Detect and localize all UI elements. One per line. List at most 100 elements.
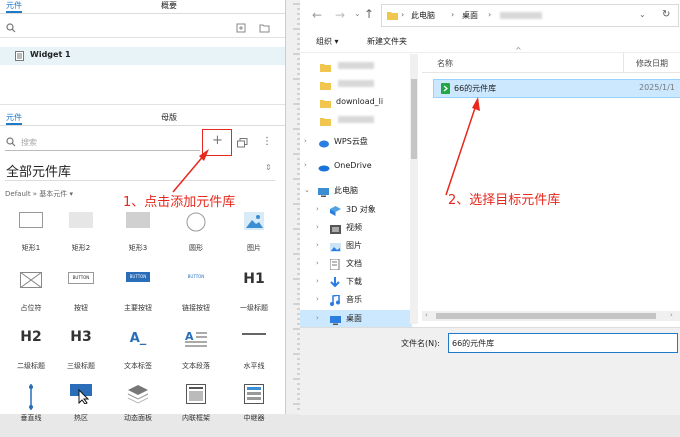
widget-vline[interactable]: 垂直线 xyxy=(3,379,59,437)
add-folder-icon[interactable] xyxy=(259,23,270,33)
widget-label: 一级标题 xyxy=(240,304,268,312)
dialog-footer: 文件名(N): 66的元件库 xyxy=(300,327,680,415)
refresh-icon[interactable]: ↻ xyxy=(662,9,670,20)
widget-hline[interactable]: 水平线 xyxy=(226,325,282,383)
quick-access-folder[interactable] xyxy=(300,111,412,128)
search-icon[interactable] xyxy=(6,23,16,33)
widget-image[interactable]: 图片 xyxy=(226,207,282,265)
scroll-right-icon[interactable]: › xyxy=(670,311,673,319)
chevron-right-icon[interactable]: › xyxy=(316,255,319,272)
new-folder-button[interactable]: 新建文件夹 xyxy=(367,36,407,47)
nav-item-pictures[interactable]: › 图片 xyxy=(300,237,412,254)
arrow-1-icon xyxy=(172,149,209,193)
widget-h3[interactable]: H3 三级标题 xyxy=(53,325,109,383)
address-bar[interactable]: › 此电脑 › 桌面 › ⌄ ↻ xyxy=(381,4,679,27)
library-tab-bar: 元件 母版 xyxy=(0,112,285,126)
widget-h2[interactable]: H2 二级标题 xyxy=(3,325,59,383)
widget-placeholder[interactable]: 占位符 xyxy=(3,267,59,325)
chevron-right-icon[interactable]: › xyxy=(316,219,319,236)
nav-item-music[interactable]: › 音乐 xyxy=(300,291,412,308)
widget-circle[interactable]: 圆形 xyxy=(168,207,224,265)
quick-access-folder[interactable]: download_li xyxy=(300,93,412,110)
forward-icon[interactable]: → xyxy=(335,8,345,22)
widget-1-row[interactable]: Widget 1 xyxy=(0,47,285,65)
library-select[interactable]: 全部元件库 ⇕ xyxy=(5,160,275,181)
tab-library-widgets[interactable]: 元件 xyxy=(6,112,22,125)
quick-access-folder[interactable] xyxy=(300,75,412,92)
nav-item-label: 音乐 xyxy=(346,295,362,304)
library-breadcrumb[interactable]: Default » 基本元件 ▾ xyxy=(5,189,73,199)
tab-widgets[interactable]: 元件 xyxy=(6,0,22,13)
nav-scrollbar[interactable] xyxy=(410,54,418,324)
navigation-pane: download_li › WPS云盘 › OneDrive ⌄ 此电脑 › 3D 对象 › 视频… xyxy=(300,52,420,327)
nav-item-onedrive[interactable]: › OneDrive xyxy=(300,157,412,174)
plus-icon: + xyxy=(212,133,223,148)
widget-hotspot[interactable]: 热区 xyxy=(53,379,109,437)
widget-primary-button[interactable]: BUTTON 主要按钮 xyxy=(110,267,166,325)
chevron-right-icon: › xyxy=(488,10,492,19)
column-divider[interactable] xyxy=(623,52,624,72)
widget-button[interactable]: BUTTON 按钮 xyxy=(53,267,109,325)
nav-item-computer[interactable]: ⌄ 此电脑 xyxy=(300,182,412,199)
filename-input[interactable]: 66的元件库 xyxy=(448,333,678,353)
onedrive-icon xyxy=(318,161,330,172)
chevron-right-icon[interactable]: › xyxy=(316,201,319,218)
nav-item-label: OneDrive xyxy=(334,161,372,170)
up-icon[interactable]: ↑ xyxy=(364,7,374,21)
3d-objects-icon xyxy=(330,205,341,216)
address-segment-pc[interactable]: 此电脑 xyxy=(411,10,435,21)
column-name[interactable]: 名称 xyxy=(437,58,453,69)
horizontal-scrollbar-thumb[interactable] xyxy=(436,313,656,319)
widget-grid: 矩形1 矩形2 矩形3 圆形 图片占位符 BUTTON 按钮 BUTTON 主要按钮 BUTTON… xyxy=(0,207,285,422)
nav-item-3d-objects[interactable]: › 3D 对象 xyxy=(300,201,412,218)
organize-button[interactable]: 组织 ▾ xyxy=(316,36,339,47)
widget-link-button[interactable]: BUTTON 链接按钮 xyxy=(168,267,224,325)
chevron-right-icon[interactable]: › xyxy=(316,291,319,308)
widget-inline-frame[interactable]: 内联框架 xyxy=(168,379,224,437)
nav-item-downloads[interactable]: › 下载 xyxy=(300,273,412,290)
widget-rect-dark[interactable]: 矩形3 xyxy=(110,207,166,265)
ruler-ticks xyxy=(293,3,301,410)
widget-label: 按钮 xyxy=(74,304,88,312)
widget-label: 矩形1 xyxy=(21,244,41,252)
nav-item-desktop[interactable]: › 桌面 xyxy=(300,310,412,327)
widget-repeater[interactable]: 中继器 xyxy=(226,379,282,437)
widget-paragraph[interactable]: A 文本段落 xyxy=(168,325,224,383)
back-icon[interactable]: ← xyxy=(312,8,322,22)
widget-rect-gray[interactable]: 矩形2 xyxy=(53,207,109,265)
address-segment-desktop[interactable]: 桌面 xyxy=(462,10,478,21)
chevron-down-icon[interactable]: ⌄ xyxy=(304,182,310,199)
command-bar: 组织 ▾ 新建文件夹 xyxy=(300,30,680,53)
more-options-icon[interactable]: ⋮ xyxy=(262,137,272,147)
nav-item-documents[interactable]: › 文档 xyxy=(300,255,412,272)
recent-dropdown-icon[interactable]: ⌄ xyxy=(354,9,361,18)
widget-text-label[interactable]: A_ 文本标签 xyxy=(110,325,166,383)
nav-item-wps-cloud[interactable]: › WPS云盘 xyxy=(300,133,412,150)
chevron-down-icon[interactable]: ⌄ xyxy=(639,10,646,19)
blurred-folder-name xyxy=(338,80,374,87)
column-modified[interactable]: 修改日期 xyxy=(636,58,668,69)
quick-access-folder[interactable] xyxy=(300,57,412,74)
svg-text:A: A xyxy=(185,330,194,343)
chevron-right-icon[interactable]: › xyxy=(316,237,319,254)
scroll-left-icon[interactable]: ‹ xyxy=(425,311,428,319)
horizontal-scrollbar[interactable]: ‹ › xyxy=(422,311,680,321)
folder-icon xyxy=(320,61,331,72)
chevron-right-icon[interactable]: › xyxy=(304,157,307,174)
widget-h1[interactable]: H1 一级标题 xyxy=(226,267,282,325)
widget-rect-outline[interactable]: 矩形1 xyxy=(3,207,59,265)
add-page-icon[interactable] xyxy=(236,23,246,33)
duplicate-icon[interactable] xyxy=(237,138,248,150)
chevron-right-icon[interactable]: › xyxy=(316,273,319,290)
placeholder-icon xyxy=(19,271,43,290)
nav-scrollbar-thumb[interactable] xyxy=(411,79,417,159)
music-icon xyxy=(330,294,341,306)
nav-item-videos[interactable]: › 视频 xyxy=(300,219,412,236)
widget-dynamic-panel[interactable]: 动态面板 xyxy=(110,379,166,437)
widget-label: 二级标题 xyxy=(17,362,45,370)
arrow-2-icon xyxy=(445,97,480,196)
tab-outline[interactable]: 概要 xyxy=(161,0,177,11)
tab-masters[interactable]: 母版 xyxy=(161,112,177,123)
chevron-right-icon[interactable]: › xyxy=(304,133,307,150)
chevron-right-icon[interactable]: › xyxy=(316,310,319,327)
